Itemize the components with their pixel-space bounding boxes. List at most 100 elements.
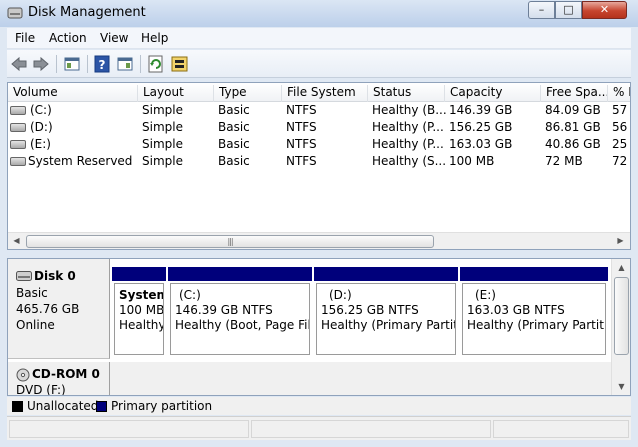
- scroll-down-arrow-icon[interactable]: ▼: [612, 378, 630, 395]
- volume-type: Basic: [218, 154, 250, 168]
- volume-file-system: NTFS: [286, 103, 317, 117]
- volume-row[interactable]: (C:) Simple Basic NTFS Healthy (B... 146…: [8, 102, 630, 119]
- partition-body: (D:) 156.25 GB NTFS Healthy (Primary Par…: [316, 283, 456, 355]
- partition-title: (E:): [475, 288, 496, 302]
- volume-row[interactable]: System Reserved Simple Basic NTFS Health…: [8, 153, 630, 170]
- disk-0-size: 465.76 GB: [16, 302, 80, 316]
- partition-system-reserved[interactable]: System 100 MB Healthy: [112, 267, 166, 355]
- volume-status: Healthy (P...: [372, 120, 444, 134]
- status-cell: [9, 420, 249, 438]
- volume-file-system: NTFS: [286, 154, 317, 168]
- partition-status: Healthy (Boot, Page File,: [175, 318, 310, 332]
- volume-free-space: 84.09 GB: [545, 103, 601, 117]
- volume-name: System Reserved: [28, 154, 133, 168]
- volume-row[interactable]: (D:) Simple Basic NTFS Healthy (P... 156…: [8, 119, 630, 136]
- partition-d[interactable]: (D:) 156.25 GB NTFS Healthy (Primary Par…: [314, 267, 458, 355]
- console-pane-icon[interactable]: [116, 55, 134, 73]
- legend: Unallocated Primary partition: [7, 397, 631, 415]
- menu-action[interactable]: Action: [49, 31, 87, 45]
- partition-size: 146.39 GB NTFS: [175, 303, 273, 317]
- menu-file[interactable]: File: [15, 31, 35, 45]
- partition-title: System: [119, 288, 164, 302]
- column-header-layout[interactable]: Layout: [138, 85, 214, 102]
- column-header-free-space[interactable]: Free Spa...: [541, 85, 608, 102]
- vertical-scrollbar[interactable]: ▲ ▼: [611, 259, 630, 395]
- column-header-status[interactable]: Status: [368, 85, 445, 102]
- status-cell: [251, 420, 491, 438]
- cd-drive-icon: [16, 368, 30, 382]
- partition-size: 100 MB: [119, 303, 164, 317]
- partition-bar: [112, 267, 166, 281]
- partition-body: (C:) 146.39 GB NTFS Healthy (Boot, Page …: [170, 283, 310, 355]
- scroll-right-arrow-icon[interactable]: ▶: [612, 233, 629, 249]
- toolbar: ?: [7, 50, 631, 78]
- column-header-percent-free[interactable]: % F: [608, 85, 630, 102]
- maximize-button[interactable]: □: [555, 1, 582, 19]
- toolbar-separator: [140, 55, 141, 73]
- column-header-type[interactable]: Type: [214, 85, 282, 102]
- properties-pane-icon[interactable]: [63, 55, 81, 73]
- drive-icon: [10, 157, 26, 166]
- volume-layout: Simple: [142, 120, 183, 134]
- volume-name: (E:): [30, 137, 51, 151]
- toolbar-separator: [87, 55, 88, 73]
- volume-status: Healthy (S...: [372, 154, 447, 168]
- volume-layout: Simple: [142, 154, 183, 168]
- disk-0-state: Online: [16, 318, 55, 332]
- volume-type: Basic: [218, 103, 250, 117]
- toolbar-separator: [56, 55, 57, 73]
- status-cell: [493, 420, 629, 438]
- partition-body: (E:) 163.03 GB NTFS Healthy (Primary Par…: [462, 283, 606, 355]
- volume-free-space: 40.86 GB: [545, 137, 601, 151]
- volume-percent-free: 25: [612, 137, 628, 151]
- drive-icon: [10, 106, 26, 115]
- back-arrow-icon[interactable]: [10, 55, 28, 73]
- volume-list: Volume Layout Type File System Status Ca…: [7, 82, 631, 250]
- help-icon[interactable]: ?: [93, 55, 111, 73]
- horizontal-scrollbar[interactable]: ◀ ||| ▶: [8, 232, 630, 249]
- volume-type: Basic: [218, 137, 250, 151]
- disk-0-info[interactable]: Disk 0 Basic 465.76 GB Online: [8, 259, 110, 359]
- refresh-icon[interactable]: [147, 55, 165, 73]
- column-header-capacity[interactable]: Capacity: [445, 85, 541, 102]
- volume-file-system: NTFS: [286, 137, 317, 151]
- partition-status: Healthy: [119, 318, 164, 332]
- status-bar: [7, 416, 631, 440]
- partition-status: Healthy (Primary Partitio: [467, 318, 606, 332]
- volume-percent-free: 72: [612, 154, 628, 168]
- minimize-button[interactable]: –: [528, 1, 555, 19]
- column-header-volume[interactable]: Volume: [8, 85, 138, 102]
- column-header-file-system[interactable]: File System: [282, 85, 368, 102]
- disk-graphical-view: Disk 0 Basic 465.76 GB Online System 100…: [7, 258, 631, 396]
- rescan-disks-icon[interactable]: [171, 55, 189, 73]
- partition-bar: [314, 267, 458, 281]
- scrollbar-thumb[interactable]: [614, 277, 629, 355]
- volume-row[interactable]: (E:) Simple Basic NTFS Healthy (P... 163…: [8, 136, 630, 153]
- legend-primary-partition: Primary partition: [111, 399, 213, 413]
- volume-name: (C:): [30, 103, 52, 117]
- volume-status: Healthy (P...: [372, 137, 444, 151]
- hard-disk-icon: [16, 271, 32, 281]
- volume-capacity: 156.25 GB: [449, 120, 513, 134]
- scrollbar-thumb[interactable]: |||: [26, 235, 434, 248]
- close-button[interactable]: ✕: [582, 1, 627, 19]
- partition-title: (C:): [179, 288, 201, 302]
- window-title: Disk Management: [28, 5, 146, 20]
- menu-help[interactable]: Help: [141, 31, 168, 45]
- menu-view[interactable]: View: [100, 31, 128, 45]
- volume-percent-free: 56: [612, 120, 628, 134]
- scroll-left-arrow-icon[interactable]: ◀: [8, 233, 25, 249]
- volume-layout: Simple: [142, 103, 183, 117]
- svg-text:?: ?: [99, 58, 106, 72]
- partition-e[interactable]: (E:) 163.03 GB NTFS Healthy (Primary Par…: [460, 267, 608, 355]
- cdrom-0-info[interactable]: CD-ROM 0 DVD (F:): [8, 362, 110, 395]
- cdrom-0-name: CD-ROM 0: [32, 367, 100, 381]
- disk-0-name: Disk 0: [34, 269, 76, 283]
- volume-capacity: 100 MB: [449, 154, 495, 168]
- partition-c[interactable]: (C:) 146.39 GB NTFS Healthy (Boot, Page …: [168, 267, 312, 355]
- primary-partition-swatch: [96, 401, 107, 412]
- scroll-up-arrow-icon[interactable]: ▲: [612, 259, 630, 276]
- partition-body: System 100 MB Healthy: [114, 283, 164, 355]
- forward-arrow-icon[interactable]: [32, 55, 50, 73]
- title-bar: Disk Management – □ ✕: [0, 0, 638, 27]
